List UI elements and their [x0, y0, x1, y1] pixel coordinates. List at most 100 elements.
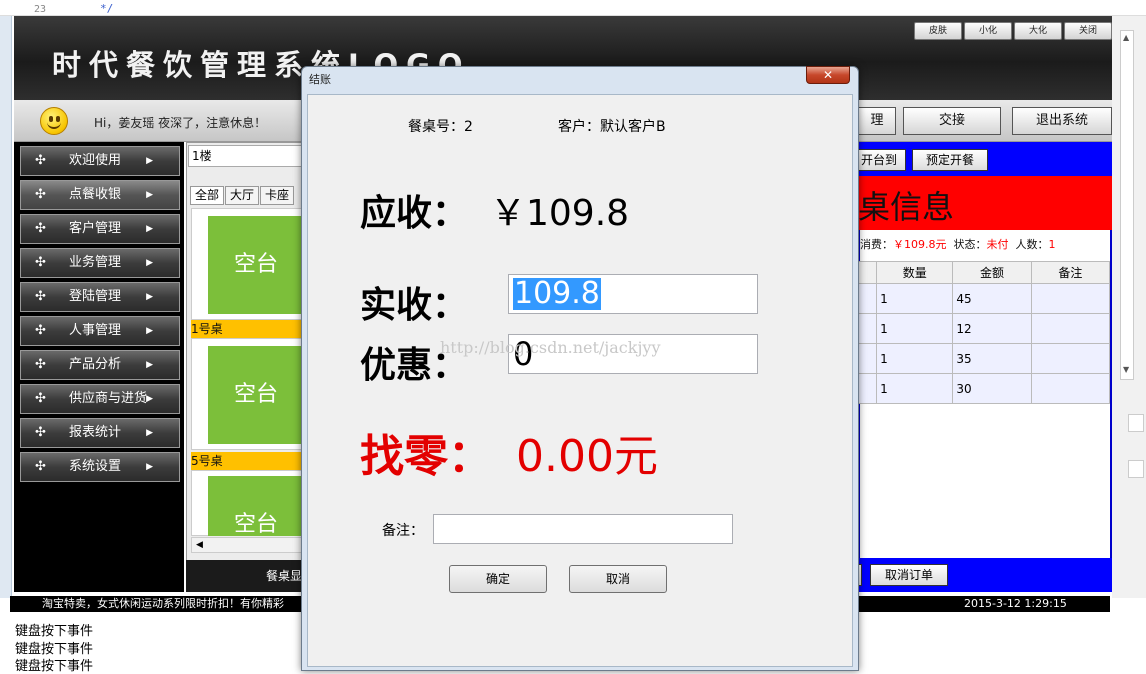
qty-cell: 1 — [876, 343, 954, 374]
column-header — [857, 261, 878, 284]
sidebar-item-supplier-purchase[interactable]: ✣ 供应商与进货 ▶ — [20, 384, 180, 414]
amount-cell: 35 — [952, 343, 1032, 374]
smiley-avatar-icon — [40, 107, 68, 135]
sidebar-item-label: 客户管理 — [69, 221, 122, 236]
close-button[interactable]: 关闭 — [1064, 22, 1112, 40]
scroll-left-icon[interactable]: ◀ — [196, 540, 203, 550]
table-tile[interactable]: 空台 — [208, 346, 304, 444]
table-row[interactable]: 1 30 — [857, 373, 1111, 404]
table-number: 餐桌号：2 — [408, 119, 473, 135]
row-marker — [857, 373, 878, 404]
confirm-button[interactable]: 确定 — [449, 565, 547, 593]
sidebar-item-label: 欢迎使用 — [69, 153, 122, 168]
arrive-button[interactable]: 开台到 — [852, 149, 906, 171]
editor-code-strip: 23 */ — [0, 0, 1146, 16]
amount-cell: 30 — [952, 373, 1032, 404]
table-row[interactable]: 1 35 — [857, 343, 1111, 374]
table-horizontal-scrollbar[interactable]: ◀ — [191, 537, 303, 553]
sidebar-item-hr-mgmt[interactable]: ✣ 人事管理 ▶ — [20, 316, 180, 346]
menu-star-icon: ✣ — [35, 425, 46, 440]
tab-hall[interactable]: 大厅 — [225, 186, 259, 205]
table-row[interactable]: 1 12 — [857, 313, 1111, 344]
scroll-up-icon[interactable]: ▲ — [1123, 33, 1129, 42]
marquee-ticker[interactable]: 淘宝特卖，女式休闲运动系列限时折扣！有你精彩 — [42, 596, 284, 612]
order-items-table: 数量 金额 备注 1 45 1 12 1 35 1 30 — [857, 261, 1111, 404]
editor-code-line: */ — [100, 2, 114, 15]
sidebar-item-product-analysis[interactable]: ✣ 产品分析 ▶ — [20, 350, 180, 380]
skin-button[interactable]: 皮肤 — [914, 22, 962, 40]
sidebar-item-label: 报表统计 — [69, 425, 122, 440]
paid-label: 实收： — [360, 285, 469, 326]
chevron-right-icon: ▶ — [146, 428, 153, 438]
menu-star-icon: ✣ — [35, 187, 46, 202]
table-tile[interactable]: 空台 — [208, 216, 304, 314]
maximize-button[interactable]: 大化 — [1014, 22, 1062, 40]
menu-star-icon: ✣ — [35, 357, 46, 372]
column-header-amount: 金额 — [952, 261, 1032, 284]
column-header-note: 备注 — [1030, 261, 1111, 284]
sidebar-item-label: 供应商与进货 — [69, 391, 148, 406]
editor-line-number: 23 — [34, 4, 47, 15]
chevron-right-icon: ▶ — [146, 394, 153, 404]
editor-gutter — [0, 0, 12, 598]
handover-button[interactable]: 交接 — [903, 107, 1001, 135]
console-log-line: 键盘按下事件 — [15, 624, 94, 639]
remark-input[interactable] — [433, 514, 733, 544]
exit-system-button[interactable]: 退出系统 — [1012, 107, 1112, 135]
row-marker — [857, 343, 878, 374]
sidebar-item-label: 登陆管理 — [69, 289, 122, 304]
change-value: 0.00元 — [516, 431, 658, 482]
greeting-text: Hi，姜友瑶 夜深了，注意休息！ — [94, 116, 267, 130]
qty-cell: 1 — [876, 283, 954, 314]
menu-star-icon: ✣ — [35, 255, 46, 270]
chevron-right-icon: ▶ — [146, 326, 153, 336]
sidebar-item-label: 人事管理 — [69, 323, 122, 338]
cancel-button[interactable]: 取消 — [569, 565, 667, 593]
menu-star-icon: ✣ — [35, 289, 46, 304]
floor-select[interactable]: 1楼 — [188, 145, 306, 167]
console-log-line: 键盘按下事件 — [15, 659, 94, 674]
row-marker — [857, 313, 878, 344]
side-panel-button[interactable] — [1128, 460, 1144, 478]
side-panel-button[interactable] — [1128, 414, 1144, 432]
dialog-title: 结账 — [309, 73, 331, 86]
watermark: http://blog.csdn.net/jackjyy — [440, 338, 661, 357]
paid-amount-input[interactable]: 109.8 — [508, 274, 758, 314]
editor-vertical-scrollbar[interactable]: ▲ ▼ — [1120, 30, 1134, 380]
sidebar-item-login-mgmt[interactable]: ✣ 登陆管理 ▶ — [20, 282, 180, 312]
sidebar-item-label: 业务管理 — [69, 255, 122, 270]
clock: 2015-3-12 1:29:15 — [964, 597, 1067, 610]
minimize-button[interactable]: 小化 — [964, 22, 1012, 40]
amount-cell: 12 — [952, 313, 1032, 344]
sidebar-item-label: 系统设置 — [69, 459, 122, 474]
cancel-order-button[interactable]: 取消订单 — [870, 564, 948, 586]
customer-name: 客户：默认客户B — [558, 119, 666, 135]
order-title: 桌信息 — [858, 188, 955, 226]
scroll-down-icon[interactable]: ▼ — [1123, 365, 1129, 374]
chevron-right-icon: ▶ — [146, 360, 153, 370]
sidebar-item-customer-mgmt[interactable]: ✣ 客户管理 ▶ — [20, 214, 180, 244]
remark-label: 备注： — [382, 523, 424, 539]
change-label: 找零： — [360, 431, 492, 482]
note-cell — [1030, 313, 1111, 344]
qty-cell: 1 — [876, 373, 954, 404]
tab-all[interactable]: 全部 — [190, 186, 224, 205]
menu-star-icon: ✣ — [35, 153, 46, 168]
sidebar-item-business-mgmt[interactable]: ✣ 业务管理 ▶ — [20, 248, 180, 278]
close-icon[interactable]: ✕ — [806, 66, 850, 84]
menu-star-icon: ✣ — [35, 459, 46, 474]
manage-button[interactable]: 理 — [858, 107, 896, 135]
table-tile[interactable]: 空台 — [208, 476, 304, 537]
sidebar-item-reports[interactable]: ✣ 报表统计 ▶ — [20, 418, 180, 448]
note-cell — [1030, 343, 1111, 374]
reserve-button[interactable]: 预定开餐 — [912, 149, 988, 171]
chevron-right-icon: ▶ — [146, 156, 153, 166]
qty-cell: 1 — [876, 313, 954, 344]
sidebar-item-welcome[interactable]: ✣ 欢迎使用 ▶ — [20, 146, 180, 176]
sidebar-item-order-checkout[interactable]: ✣ 点餐收银 ▶ — [20, 180, 180, 210]
chevron-right-icon: ▶ — [146, 190, 153, 200]
sidebar-item-system-settings[interactable]: ✣ 系统设置 ▶ — [20, 452, 180, 482]
table-label: 5号桌 — [191, 452, 303, 470]
tab-booth[interactable]: 卡座 — [260, 186, 294, 205]
table-row[interactable]: 1 45 — [857, 283, 1111, 314]
